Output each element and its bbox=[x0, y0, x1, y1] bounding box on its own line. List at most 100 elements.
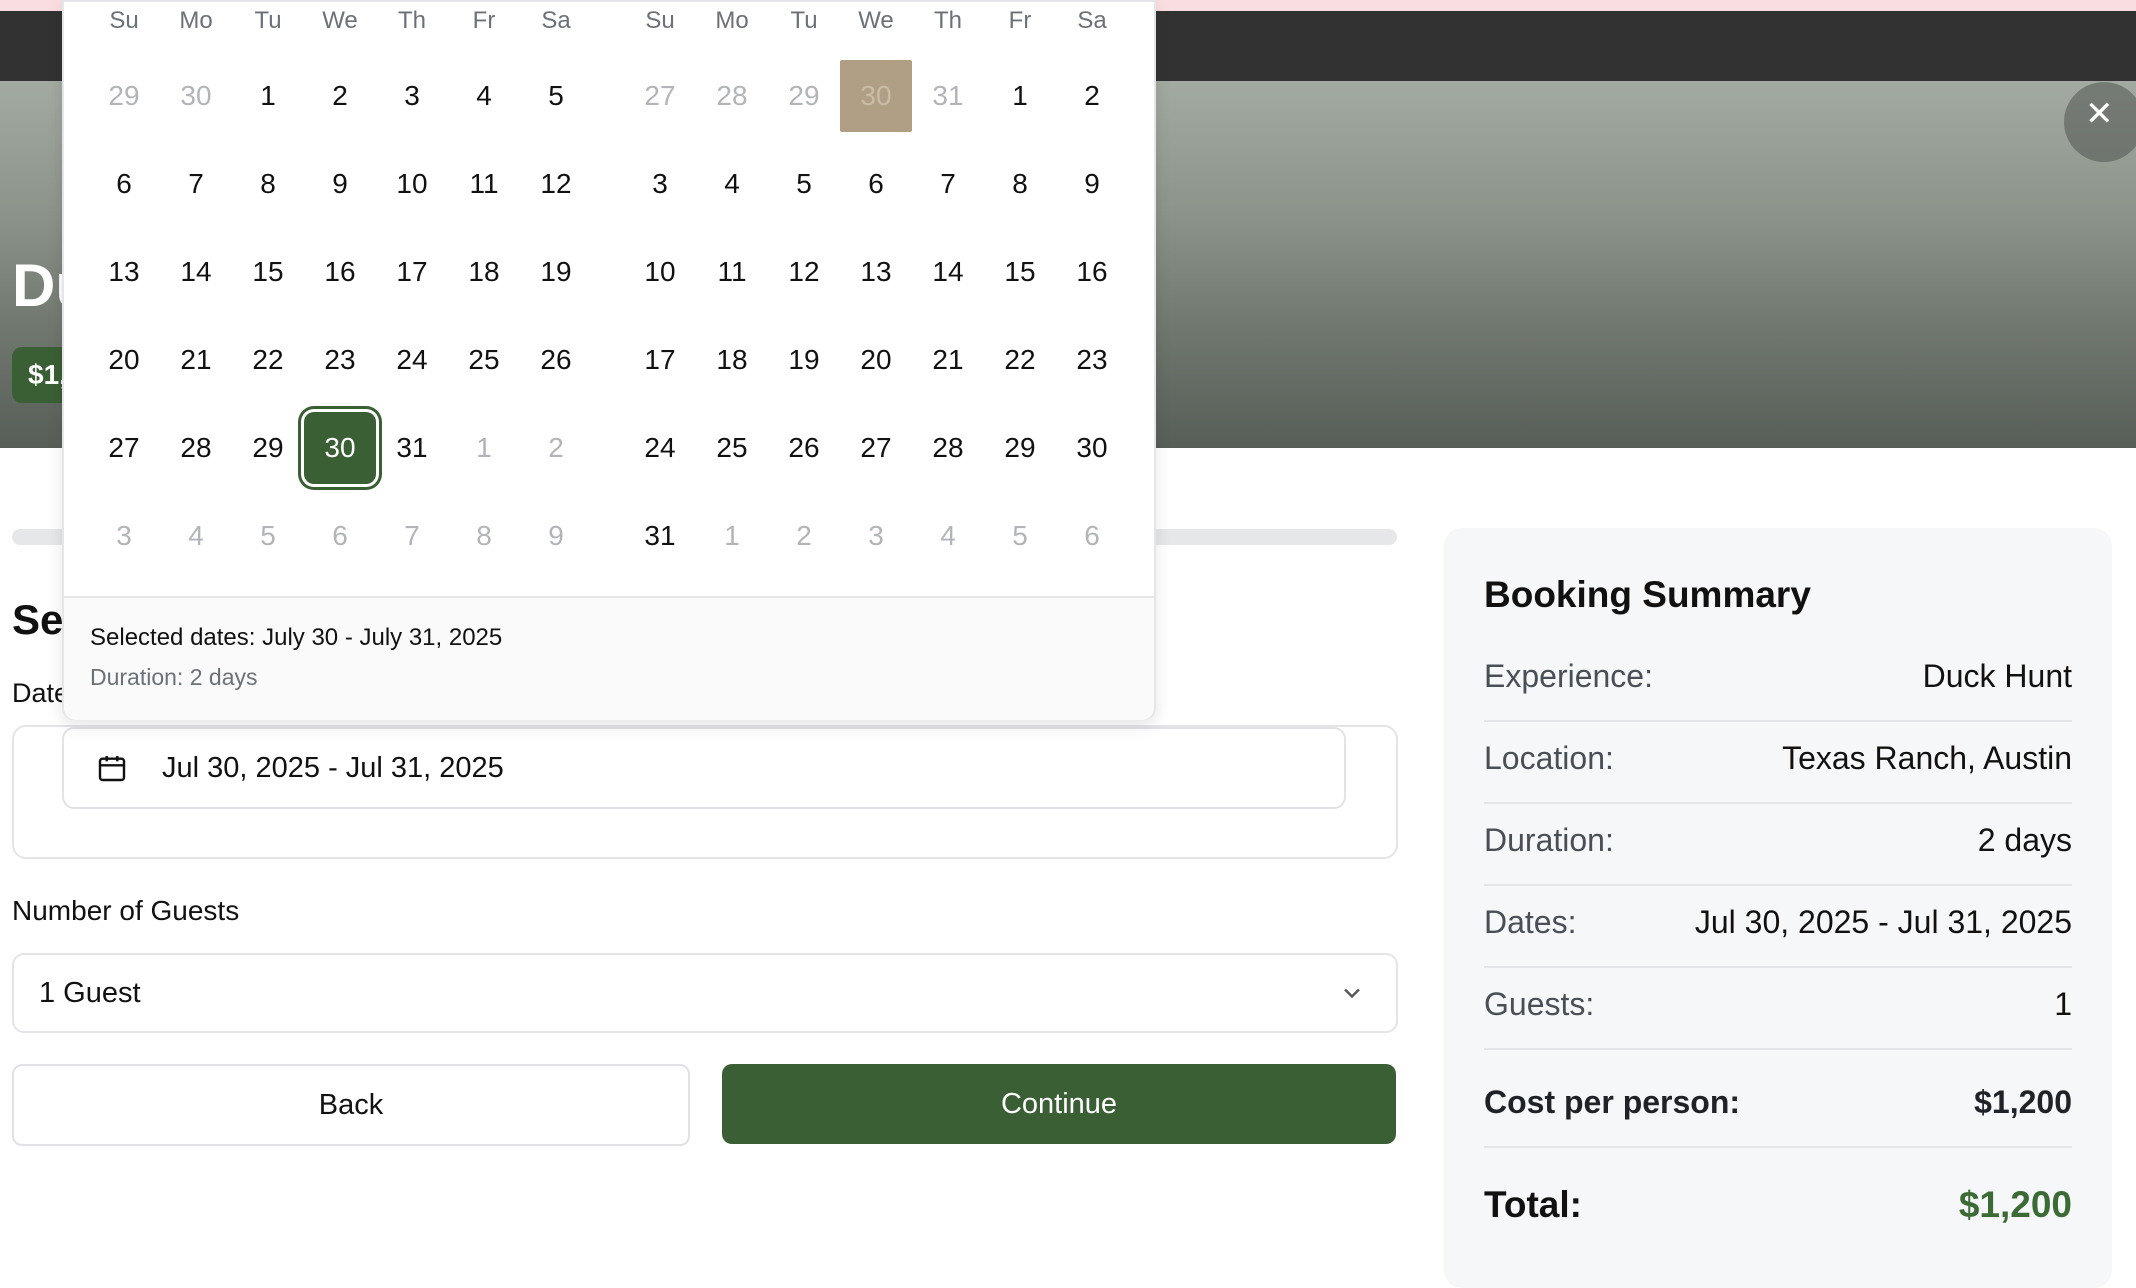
calendar-day[interactable]: 17 bbox=[376, 236, 448, 308]
calendar-day[interactable]: 2 bbox=[304, 60, 376, 132]
weekday-label: Th bbox=[933, 7, 962, 34]
calendar-day[interactable]: 10 bbox=[624, 236, 696, 308]
calendar-day[interactable]: 23 bbox=[304, 324, 376, 396]
calendar-day[interactable]: 27 bbox=[840, 412, 912, 484]
calendar-day[interactable]: 9 bbox=[1056, 148, 1128, 220]
calendar-day[interactable]: 29 bbox=[232, 412, 304, 484]
calendar-day[interactable]: 18 bbox=[448, 236, 520, 308]
calendar-day[interactable]: 21 bbox=[912, 324, 984, 396]
calendar-day[interactable]: 6 bbox=[840, 148, 912, 220]
calendar-day[interactable]: 5 bbox=[520, 60, 592, 132]
calendar-day[interactable]: 7 bbox=[912, 148, 984, 220]
close-icon[interactable]: ✕ bbox=[2085, 94, 2114, 134]
calendar-day[interactable]: 6 bbox=[304, 500, 376, 572]
calendar-day[interactable]: 18 bbox=[696, 324, 768, 396]
calendar-day[interactable]: 3 bbox=[376, 60, 448, 132]
cost-value: $1,200 bbox=[1974, 1084, 2072, 1120]
calendar-day[interactable]: 29 bbox=[768, 60, 840, 132]
calendar-day[interactable]: 6 bbox=[88, 148, 160, 220]
calendar-day[interactable]: 24 bbox=[376, 324, 448, 396]
calendar-day[interactable]: 3 bbox=[624, 148, 696, 220]
calendar-day[interactable]: 13 bbox=[840, 236, 912, 308]
calendar-day[interactable]: 1 bbox=[984, 60, 1056, 132]
summary-title: Booking Summary bbox=[1484, 574, 1811, 615]
calendar-day[interactable]: 25 bbox=[696, 412, 768, 484]
calendar-day[interactable]: 14 bbox=[160, 236, 232, 308]
calendar-day[interactable]: 29 bbox=[88, 60, 160, 132]
calendar-day[interactable]: 26 bbox=[768, 412, 840, 484]
summary-value: Jul 30, 2025 - Jul 31, 2025 bbox=[1694, 904, 2072, 940]
calendar-day[interactable]: 20 bbox=[840, 324, 912, 396]
calendar-day[interactable]: 2 bbox=[1056, 60, 1128, 132]
calendar-day[interactable]: 9 bbox=[520, 500, 592, 572]
calendar-day[interactable]: 7 bbox=[160, 148, 232, 220]
section-title: Se bbox=[12, 596, 64, 643]
calendar-day[interactable]: 5 bbox=[984, 500, 1056, 572]
calendar-day[interactable]: 15 bbox=[984, 236, 1056, 308]
weekday-label: Mo bbox=[179, 7, 213, 34]
calendar-day[interactable]: 5 bbox=[232, 500, 304, 572]
calendar-day[interactable]: 8 bbox=[984, 148, 1056, 220]
calendar-day[interactable]: 25 bbox=[448, 324, 520, 396]
calendar-day[interactable]: 16 bbox=[1056, 236, 1128, 308]
calendar-day[interactable]: 30 bbox=[304, 412, 376, 484]
calendar-day[interactable]: 22 bbox=[984, 324, 1056, 396]
calendar-day[interactable]: 27 bbox=[88, 412, 160, 484]
calendar-day[interactable]: 15 bbox=[232, 236, 304, 308]
calendar-day[interactable]: 29 bbox=[984, 412, 1056, 484]
calendar-day[interactable]: 31 bbox=[624, 500, 696, 572]
calendar-day[interactable]: 12 bbox=[768, 236, 840, 308]
calendar-day[interactable]: 8 bbox=[232, 148, 304, 220]
calendar-day[interactable]: 30 bbox=[840, 60, 912, 132]
calendar-day[interactable]: 27 bbox=[624, 60, 696, 132]
summary-row-experience: Experience: Duck Hunt bbox=[1484, 658, 2072, 695]
calendar-day[interactable]: 19 bbox=[520, 236, 592, 308]
calendar-day[interactable]: 22 bbox=[232, 324, 304, 396]
calendar-day[interactable]: 19 bbox=[768, 324, 840, 396]
calendar-day[interactable]: 30 bbox=[1056, 412, 1128, 484]
calendar-day[interactable]: 2 bbox=[768, 500, 840, 572]
calendar-day[interactable]: 13 bbox=[88, 236, 160, 308]
calendar-day[interactable]: 24 bbox=[624, 412, 696, 484]
chevron-down-icon bbox=[1344, 988, 1360, 999]
calendar-day[interactable]: 20 bbox=[88, 324, 160, 396]
back-button[interactable]: Back bbox=[12, 1064, 690, 1146]
calendar-day[interactable]: 23 bbox=[1056, 324, 1128, 396]
calendar-day[interactable]: 21 bbox=[160, 324, 232, 396]
continue-button[interactable]: Continue bbox=[722, 1064, 1396, 1144]
calendar-day[interactable]: 3 bbox=[840, 500, 912, 572]
calendar-day[interactable]: 10 bbox=[376, 148, 448, 220]
weekday-label: Su bbox=[645, 7, 675, 34]
calendar-day[interactable]: 8 bbox=[448, 500, 520, 572]
calendar-day[interactable]: 4 bbox=[160, 500, 232, 572]
calendar-day[interactable]: 11 bbox=[448, 148, 520, 220]
calendar-day[interactable]: 12 bbox=[520, 148, 592, 220]
calendar-day[interactable]: 26 bbox=[520, 324, 592, 396]
calendar-day[interactable]: 3 bbox=[88, 500, 160, 572]
calendar-day[interactable]: 1 bbox=[232, 60, 304, 132]
calendar-day[interactable]: 31 bbox=[912, 60, 984, 132]
calendar-day[interactable]: 16 bbox=[304, 236, 376, 308]
calendar-day[interactable]: 17 bbox=[624, 324, 696, 396]
calendar-day[interactable]: 4 bbox=[448, 60, 520, 132]
calendar-day[interactable]: 1 bbox=[696, 500, 768, 572]
date-range-input[interactable]: Jul 30, 2025 - Jul 31, 2025 bbox=[62, 727, 1346, 809]
guests-select[interactable]: 1 Guest bbox=[12, 953, 1398, 1033]
calendar-day[interactable]: 6 bbox=[1056, 500, 1128, 572]
calendar-day[interactable]: 28 bbox=[160, 412, 232, 484]
calendar-day[interactable]: 11 bbox=[696, 236, 768, 308]
calendar-day[interactable]: 28 bbox=[696, 60, 768, 132]
calendar-day[interactable]: 28 bbox=[912, 412, 984, 484]
calendar-day[interactable]: 5 bbox=[768, 148, 840, 220]
calendar-day[interactable]: 7 bbox=[376, 500, 448, 572]
calendar-day[interactable]: 4 bbox=[696, 148, 768, 220]
calendar-day[interactable]: 9 bbox=[304, 148, 376, 220]
weekday-label: Fr bbox=[472, 7, 496, 34]
calendar-day[interactable]: 14 bbox=[912, 236, 984, 308]
calendar-day[interactable]: 31 bbox=[376, 412, 448, 484]
calendar-day[interactable]: 1 bbox=[448, 412, 520, 484]
calendar-day[interactable]: 4 bbox=[912, 500, 984, 572]
calendar-day[interactable]: 30 bbox=[160, 60, 232, 132]
divider bbox=[1484, 1048, 2072, 1050]
calendar-day[interactable]: 2 bbox=[520, 412, 592, 484]
